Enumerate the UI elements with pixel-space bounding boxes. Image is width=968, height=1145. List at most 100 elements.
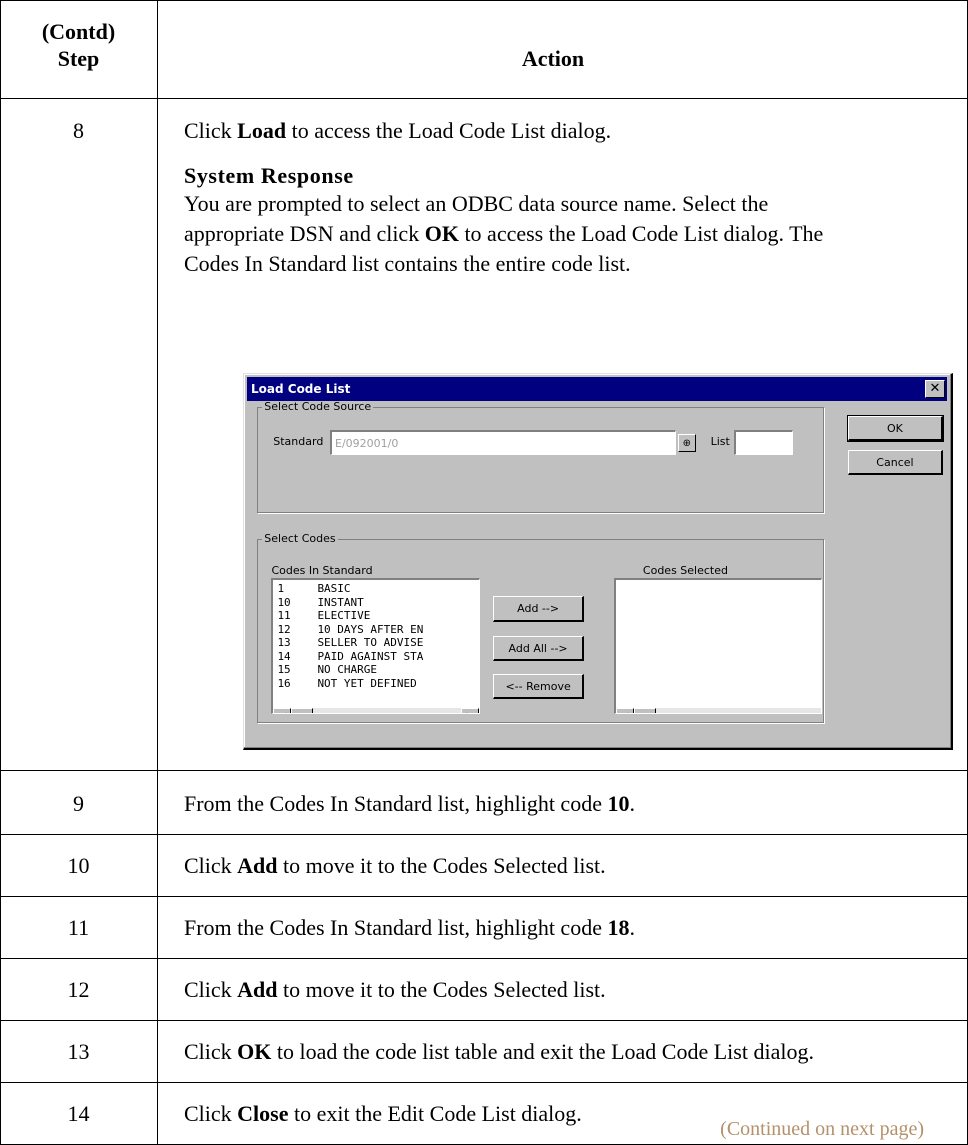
code-value: 16 <box>277 676 291 690</box>
row-divider <box>0 98 968 99</box>
close-icon[interactable]: ✕ <box>925 380 945 398</box>
step-number: 10 <box>67 853 90 878</box>
action-text-part: Click <box>184 1101 238 1126</box>
action-text-bold: Load <box>237 118 287 143</box>
row-divider <box>0 1082 968 1083</box>
standard-label: Standard <box>273 435 324 449</box>
scroll-left-icon[interactable]: ◀ <box>615 708 634 713</box>
codes-in-standard-list[interactable]: 1 BASIC 10 INSTANT 11 ELECTIVE 12 10 DAYS AFTER… <box>271 578 481 714</box>
action-text: Click Add to move it to the Codes Select… <box>184 853 606 879</box>
action-text-bold: Close <box>237 1101 289 1126</box>
text-part: appropriate DSN and click <box>184 221 425 246</box>
select-code-source-label: Select Code Source <box>262 400 374 414</box>
select-code-source-group <box>256 406 825 514</box>
list-item[interactable]: 13 SELLER TO ADVISE <box>277 636 423 649</box>
add-all-button[interactable]: Add All --> <box>492 636 585 662</box>
remove-button[interactable]: <-- Remove <box>492 674 585 700</box>
scroll-left-icon[interactable]: ◀ <box>273 708 292 713</box>
browse-icon: ⊕ <box>682 437 692 449</box>
step-number: 9 <box>73 791 84 816</box>
action-text-bold: 10 <box>607 791 630 816</box>
step-number: 11 <box>67 915 90 940</box>
step-header-line1: (Contd) <box>41 19 116 44</box>
ok-button[interactable]: OK <box>846 414 945 442</box>
system-response-line: Codes In Standard list contains the enti… <box>184 251 631 276</box>
action-text-part: . <box>629 915 635 940</box>
row-divider <box>0 0 968 1</box>
action-text-part: to move it to the Codes Selected list. <box>277 977 606 1002</box>
text-part: to access the Load Code List dialog. The <box>458 221 824 246</box>
action-text: From the Codes In Standard list, highlig… <box>184 915 635 941</box>
scroll-down-icon[interactable]: ▼ <box>479 690 480 708</box>
code-value: 13 <box>277 636 291 650</box>
step-number: 8 <box>73 118 84 143</box>
add-button[interactable]: Add --> <box>492 596 585 622</box>
action-text: From the Codes In Standard list, highlig… <box>184 791 635 817</box>
list-item[interactable]: 11 ELECTIVE <box>277 609 370 622</box>
code-description: BASIC <box>317 582 351 596</box>
list-item[interactable]: 14 PAID AGAINST STA <box>277 650 423 663</box>
codes-hscroll-thumb[interactable] <box>291 708 314 713</box>
action-text: Click Add to move it to the Codes Select… <box>184 977 606 1003</box>
system-response-line: appropriate DSN and click OK to access t… <box>184 219 954 249</box>
action-text-part: Click <box>184 977 238 1002</box>
action-text-bold: Add <box>237 853 278 878</box>
scroll-right-icon[interactable]: ▶ <box>461 708 480 713</box>
list-item[interactable]: 10 INSTANT <box>277 596 363 609</box>
dialog-title: Load Code List <box>251 382 351 396</box>
code-description: 10 DAYS AFTER EN <box>317 622 424 636</box>
codes-vscroll-thumb[interactable] <box>479 598 480 620</box>
action-text: Click Close to exit the Edit Code List d… <box>184 1101 582 1127</box>
code-value: 11 <box>277 609 291 623</box>
list-item[interactable]: 15 NO CHARGE <box>277 663 377 676</box>
list-field[interactable] <box>734 430 793 456</box>
code-description: NOT YET DEFINED <box>317 676 417 690</box>
codes-selected-label: Codes Selected <box>642 563 728 577</box>
list-item[interactable]: 16 NOT YET DEFINED <box>277 677 416 690</box>
system-response-line: You are prompted to select an ODBC data … <box>184 191 769 216</box>
codes-vscrollbar[interactable] <box>479 580 480 708</box>
row-divider <box>0 896 968 897</box>
code-description: ELECTIVE <box>317 609 371 623</box>
code-value: 1 <box>277 582 285 596</box>
select-codes-label: Select Codes <box>262 532 338 546</box>
step-number: 13 <box>67 1039 90 1064</box>
code-value: 10 <box>277 595 291 609</box>
codes-selected-list[interactable]: ◀ ▶ <box>613 578 823 714</box>
standard-browse-button[interactable]: ⊕ <box>677 433 696 452</box>
action-text: Click Load to access the Load Code List … <box>184 118 611 144</box>
action-text-part: From the Codes In Standard list, highlig… <box>184 791 608 816</box>
row-divider <box>0 834 968 835</box>
action-text-part: Click <box>184 118 238 143</box>
row-divider <box>0 958 968 959</box>
code-description: PAID AGAINST STA <box>317 649 424 663</box>
row-divider <box>0 1020 968 1021</box>
scroll-right-icon[interactable]: ▶ <box>822 708 823 714</box>
action-text-part: to exit the Edit Code List dialog. <box>288 1101 582 1126</box>
system-response-heading: System Response <box>184 163 354 188</box>
system-response-text: You are prompted to select an ODBC data … <box>184 189 954 279</box>
scroll-up-icon[interactable]: ▲ <box>479 580 480 598</box>
list-item[interactable]: 1 BASIC <box>277 582 350 595</box>
step-column-header: (Contd) Step <box>0 18 157 72</box>
list-label: List <box>710 435 730 449</box>
cancel-button[interactable]: Cancel <box>847 449 943 476</box>
step-number: 14 <box>67 1101 90 1126</box>
action-text-part: From the Codes In Standard list, highlig… <box>184 915 608 940</box>
action-text-part: to move it to the Codes Selected list. <box>277 853 606 878</box>
action-text-part: to access the Load Code List dialog. <box>286 118 612 143</box>
action-text-part: . <box>629 791 635 816</box>
action-column-header: Action <box>521 46 585 71</box>
standard-field[interactable]: E/092001/0 <box>330 430 676 456</box>
text-bold: OK <box>424 221 459 246</box>
continued-note: (Continued on next page) <box>720 1118 924 1140</box>
selected-hscroll-thumb[interactable] <box>633 708 656 713</box>
code-description: NO CHARGE <box>317 663 378 677</box>
code-value: 14 <box>277 649 291 663</box>
code-value: 12 <box>277 622 291 636</box>
dialog-titlebar: Load Code List ✕ <box>247 377 947 401</box>
action-text-part: to load the code list table and exit the… <box>271 1039 814 1064</box>
step-number: 12 <box>67 977 90 1002</box>
code-description: INSTANT <box>317 595 364 609</box>
list-item[interactable]: 12 10 DAYS AFTER EN <box>277 623 423 636</box>
